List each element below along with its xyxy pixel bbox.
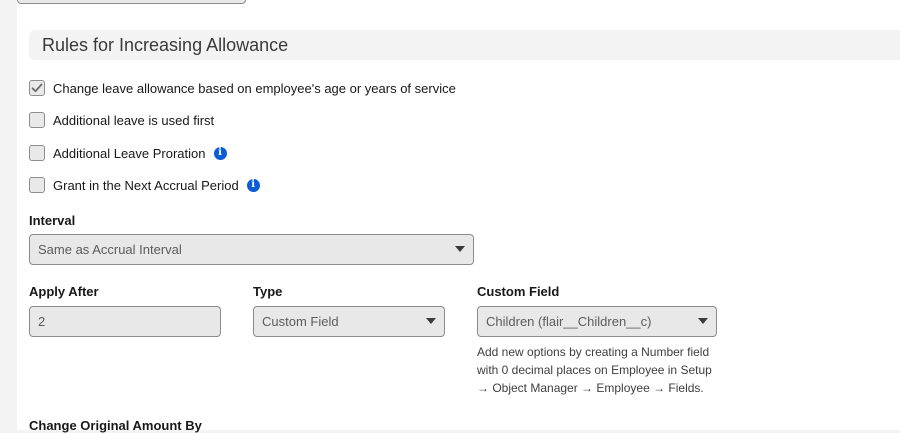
custom-field-help-text: Add new options by creating a Number fie… [477, 345, 712, 395]
apply-after-input[interactable]: 2 [29, 306, 221, 337]
section-header: Rules for Increasing Allowance [29, 30, 900, 60]
left-gutter [0, 0, 17, 430]
change-original-amount-label: Change Original Amount By [29, 418, 202, 433]
additional-leave-first-checkbox[interactable] [29, 112, 45, 128]
interval-select[interactable]: Same as Accrual Interval [29, 234, 474, 265]
additional-leave-first-label: Additional leave is used first [53, 112, 215, 128]
change-allowance-checkbox[interactable] [29, 80, 45, 96]
change-allowance-label: Change leave allowance based on employee… [53, 80, 456, 96]
additional-leave-proration-label: Additional Leave Proration [53, 145, 206, 161]
checkbox-row-additional-first[interactable]: Additional leave is used first [29, 111, 214, 129]
type-value: Custom Field [262, 314, 339, 329]
checkbox-row-proration[interactable]: Additional Leave Proration i [29, 144, 227, 162]
check-icon [31, 83, 43, 93]
interval-label: Interval [29, 213, 76, 228]
section-title: Rules for Increasing Allowance [42, 35, 289, 55]
type-select[interactable]: Custom Field [253, 306, 445, 337]
checkbox-row-change-allowance[interactable]: Change leave allowance based on employee… [29, 79, 456, 97]
previous-field-box[interactable] [17, 0, 246, 4]
chevron-down-icon [698, 318, 708, 324]
custom-field-label: Custom Field [477, 284, 560, 299]
custom-field-select[interactable]: Children (flair__Children__c) [477, 306, 717, 337]
checkbox-row-next-period[interactable]: Grant in the Next Accrual Period i [29, 176, 260, 194]
info-icon[interactable]: i [246, 178, 260, 192]
additional-leave-proration-checkbox[interactable] [29, 145, 45, 161]
apply-after-value: 2 [38, 314, 46, 329]
interval-value: Same as Accrual Interval [38, 242, 182, 257]
info-icon[interactable]: i [213, 146, 227, 160]
type-label: Type [253, 284, 283, 299]
custom-field-value: Children (flair__Children__c) [486, 314, 652, 329]
form-panel [17, 0, 900, 430]
apply-after-label: Apply After [29, 284, 99, 299]
chevron-down-icon [426, 318, 436, 324]
grant-next-period-label: Grant in the Next Accrual Period [53, 177, 239, 193]
grant-next-period-checkbox[interactable] [29, 177, 45, 193]
chevron-down-icon [455, 246, 465, 252]
